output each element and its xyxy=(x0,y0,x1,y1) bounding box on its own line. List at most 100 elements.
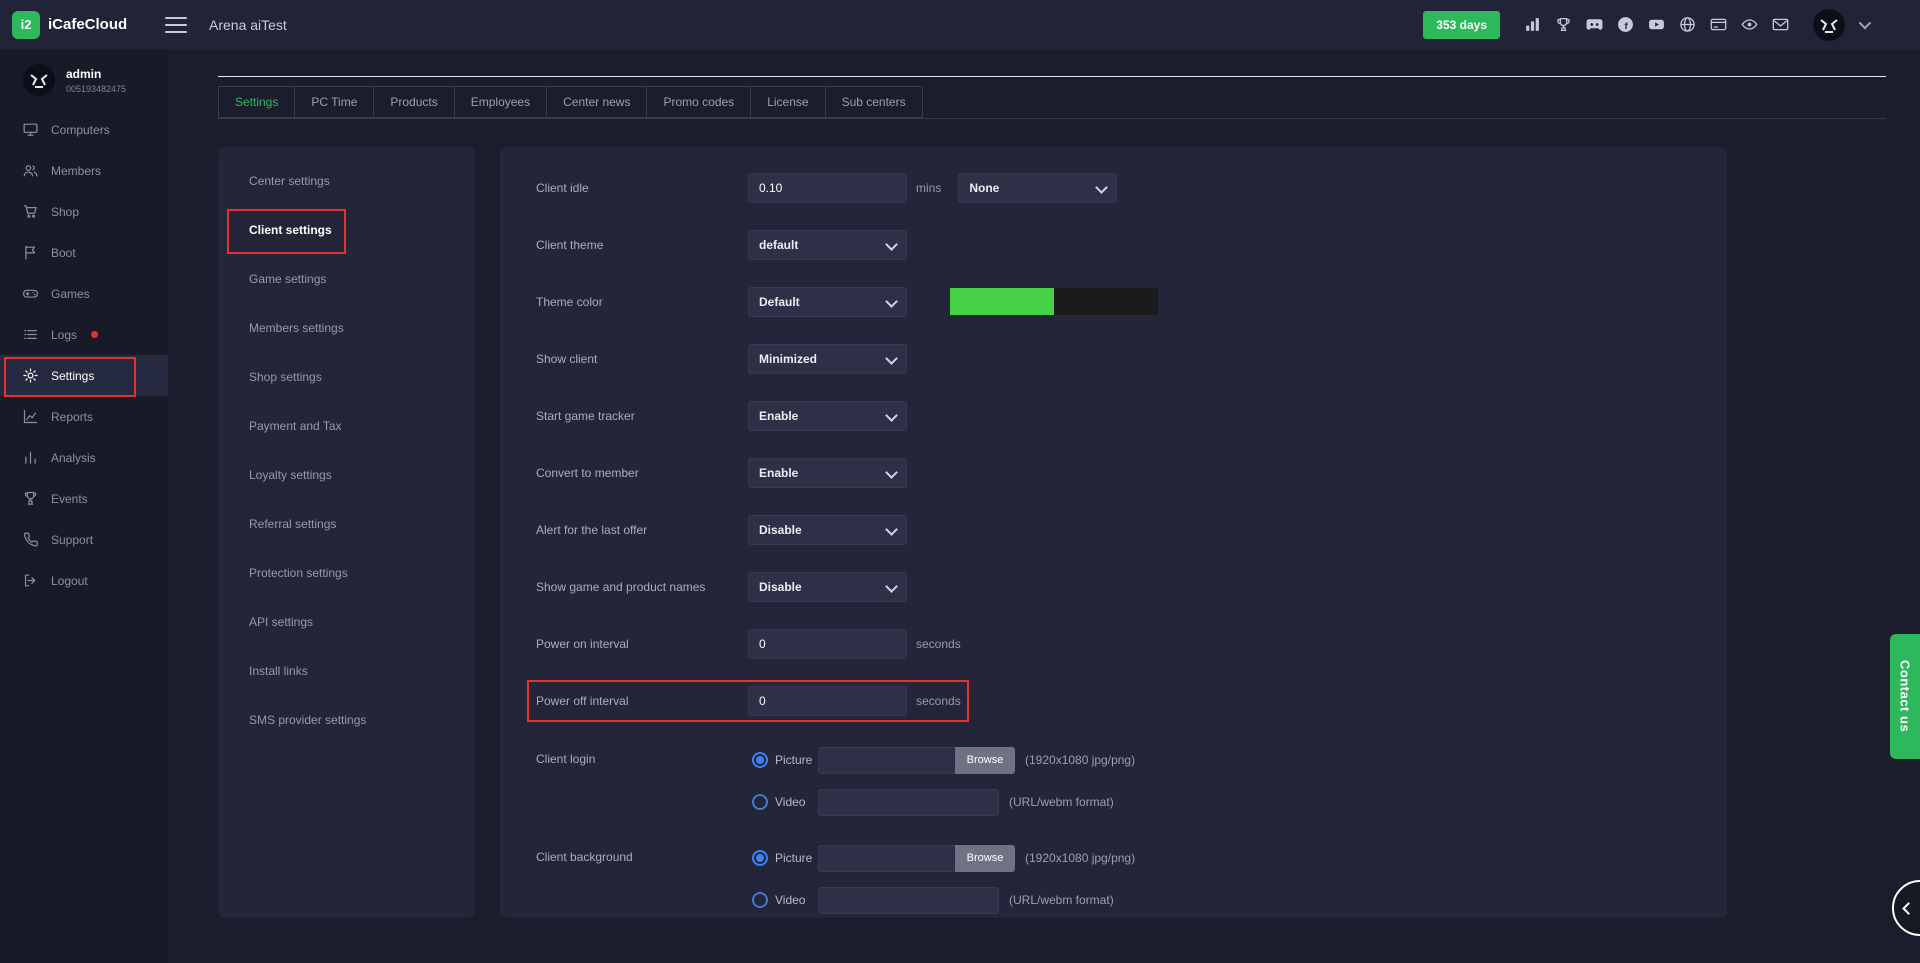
subnav-shop-settings[interactable]: Shop settings xyxy=(218,352,475,401)
sidebar-item-settings[interactable]: Settings xyxy=(0,355,168,397)
row-theme-color: Theme color Default xyxy=(536,273,1697,330)
main-area: Settings PC Time Products Employees Cent… xyxy=(168,49,1920,963)
sidebar-item-logout[interactable]: Logout xyxy=(0,560,168,601)
website-globe-icon[interactable] xyxy=(1678,16,1696,34)
facebook-icon[interactable]: f xyxy=(1616,16,1634,34)
sidebar-item-analysis[interactable]: Analysis xyxy=(0,437,168,478)
row-alert-last-offer: Alert for the last offer Disable xyxy=(536,501,1697,558)
sidebar-item-label: Logout xyxy=(51,573,88,588)
field-label: Client theme xyxy=(536,237,604,252)
hamburger-menu-icon[interactable] xyxy=(165,16,187,33)
client-login-picture-input[interactable] xyxy=(818,746,955,774)
field-label: Power on interval xyxy=(536,636,629,651)
youtube-icon[interactable] xyxy=(1647,16,1665,34)
sidebar-item-computers[interactable]: Computers xyxy=(0,109,168,150)
tab-settings[interactable]: Settings xyxy=(218,86,296,118)
tab-center-news[interactable]: Center news xyxy=(546,86,648,118)
sidebar-user[interactable]: admin 005193482475 xyxy=(0,49,168,109)
client-login-video-input[interactable] xyxy=(818,788,999,816)
brand[interactable]: i2 iCafeCloud xyxy=(0,10,150,39)
client-idle-input[interactable] xyxy=(748,172,907,203)
field-label: Convert to member xyxy=(536,465,639,480)
subnav-payment-and-tax[interactable]: Payment and Tax xyxy=(218,401,475,450)
subnav-center-settings[interactable]: Center settings xyxy=(218,156,475,205)
subnav-referral-settings[interactable]: Referral settings xyxy=(218,499,475,548)
client-login-video-row: Video (URL/webm format) xyxy=(748,781,1135,823)
tab-products[interactable]: Products xyxy=(373,86,455,118)
power-off-interval-input[interactable] xyxy=(748,685,907,716)
brand-name: iCafeCloud xyxy=(48,16,128,33)
members-icon xyxy=(22,162,39,179)
contact-us-tab[interactable]: Contact us xyxy=(1890,634,1920,759)
center-title: Arena aiTest xyxy=(209,16,287,33)
subnav-install-links[interactable]: Install links xyxy=(218,646,475,695)
field-label: Client idle xyxy=(536,180,589,195)
row-power-on-interval: Power on interval seconds xyxy=(536,615,1697,672)
games-gamepad-icon xyxy=(22,285,39,302)
sidebar-item-shop[interactable]: Shop xyxy=(0,191,168,232)
client-background-picture-row: Picture Browse (1920x1080 jpg/png) xyxy=(748,837,1135,879)
tab-pc-time[interactable]: PC Time xyxy=(294,86,375,118)
radio-label: Video xyxy=(775,893,806,907)
client-settings-panel: Client idle mins None Client theme defau… xyxy=(500,147,1727,918)
show-game-product-names-select[interactable]: Disable xyxy=(748,571,907,602)
user-id: 005193482475 xyxy=(66,83,127,94)
client-background-video-input[interactable] xyxy=(818,886,999,914)
subnav-members-settings[interactable]: Members settings xyxy=(218,303,475,352)
subnav-client-settings[interactable]: Client settings xyxy=(218,205,475,254)
subnav-sms-provider-settings[interactable]: SMS provider settings xyxy=(218,695,475,744)
trophy-icon[interactable] xyxy=(1554,16,1572,34)
show-client-select[interactable]: Minimized xyxy=(748,343,907,374)
row-show-client: Show client Minimized xyxy=(536,330,1697,387)
tab-sub-centers[interactable]: Sub centers xyxy=(824,86,923,118)
client-login-picture-radio[interactable]: Picture xyxy=(752,752,818,768)
subnav-protection-settings[interactable]: Protection settings xyxy=(218,548,475,597)
billing-card-icon[interactable] xyxy=(1709,16,1727,34)
client-background-video-row: Video (URL/webm format) xyxy=(748,879,1135,921)
power-on-interval-input[interactable] xyxy=(748,628,907,659)
tab-employees[interactable]: Employees xyxy=(453,86,548,118)
client-idle-action-select[interactable]: None xyxy=(958,172,1118,203)
client-login-browse-button[interactable]: Browse xyxy=(955,746,1015,774)
client-background-video-radio[interactable]: Video xyxy=(752,892,818,908)
sidebar-item-members[interactable]: Members xyxy=(0,150,168,191)
sidebar-item-boot[interactable]: Boot xyxy=(0,232,168,273)
tab-promo-codes[interactable]: Promo codes xyxy=(646,86,752,118)
sidebar-item-label: Computers xyxy=(51,122,110,137)
radio-checked-icon xyxy=(752,752,768,768)
subnav-loyalty-settings[interactable]: Loyalty settings xyxy=(218,450,475,499)
field-label: Power off interval xyxy=(536,693,629,708)
license-days-badge[interactable]: 353 days xyxy=(1423,10,1500,39)
chevron-down-icon[interactable] xyxy=(1858,16,1872,30)
subnav-api-settings[interactable]: API settings xyxy=(218,597,475,646)
client-login-video-radio[interactable]: Video xyxy=(752,794,818,810)
sidebar-item-reports[interactable]: Reports xyxy=(0,396,168,437)
mail-icon[interactable] xyxy=(1771,16,1789,34)
sidebar-item-logs[interactable]: Logs xyxy=(0,314,168,355)
theme-color-select[interactable]: Default xyxy=(748,286,907,317)
client-theme-select[interactable]: default xyxy=(748,229,907,260)
radio-unchecked-icon xyxy=(752,892,768,908)
reports-chart-icon xyxy=(22,408,39,425)
sidebar-item-events[interactable]: Events xyxy=(0,478,168,519)
sidebar-item-games[interactable]: Games xyxy=(0,273,168,314)
discord-icon[interactable] xyxy=(1585,16,1603,34)
settings-subnav: Center settings Client settings Game set… xyxy=(218,147,475,918)
client-background-picture-input[interactable] xyxy=(818,844,955,872)
analytics-icon[interactable] xyxy=(1523,16,1541,34)
tab-license[interactable]: License xyxy=(750,86,826,118)
preview-eye-icon[interactable] xyxy=(1740,16,1758,34)
field-label: Start game tracker xyxy=(536,408,635,423)
client-background-picture-radio[interactable]: Picture xyxy=(752,850,818,866)
row-convert-to-member: Convert to member Enable xyxy=(536,444,1697,501)
user-name: admin xyxy=(66,66,102,81)
user-avatar[interactable] xyxy=(1812,8,1846,42)
client-background-browse-button[interactable]: Browse xyxy=(955,844,1015,872)
start-game-tracker-select[interactable]: Enable xyxy=(748,400,907,431)
alert-last-offer-select[interactable]: Disable xyxy=(748,514,907,545)
convert-to-member-select[interactable]: Enable xyxy=(748,457,907,488)
radio-checked-icon xyxy=(752,850,768,866)
sidebar-item-support[interactable]: Support xyxy=(0,519,168,560)
radio-unchecked-icon xyxy=(752,794,768,810)
subnav-game-settings[interactable]: Game settings xyxy=(218,254,475,303)
